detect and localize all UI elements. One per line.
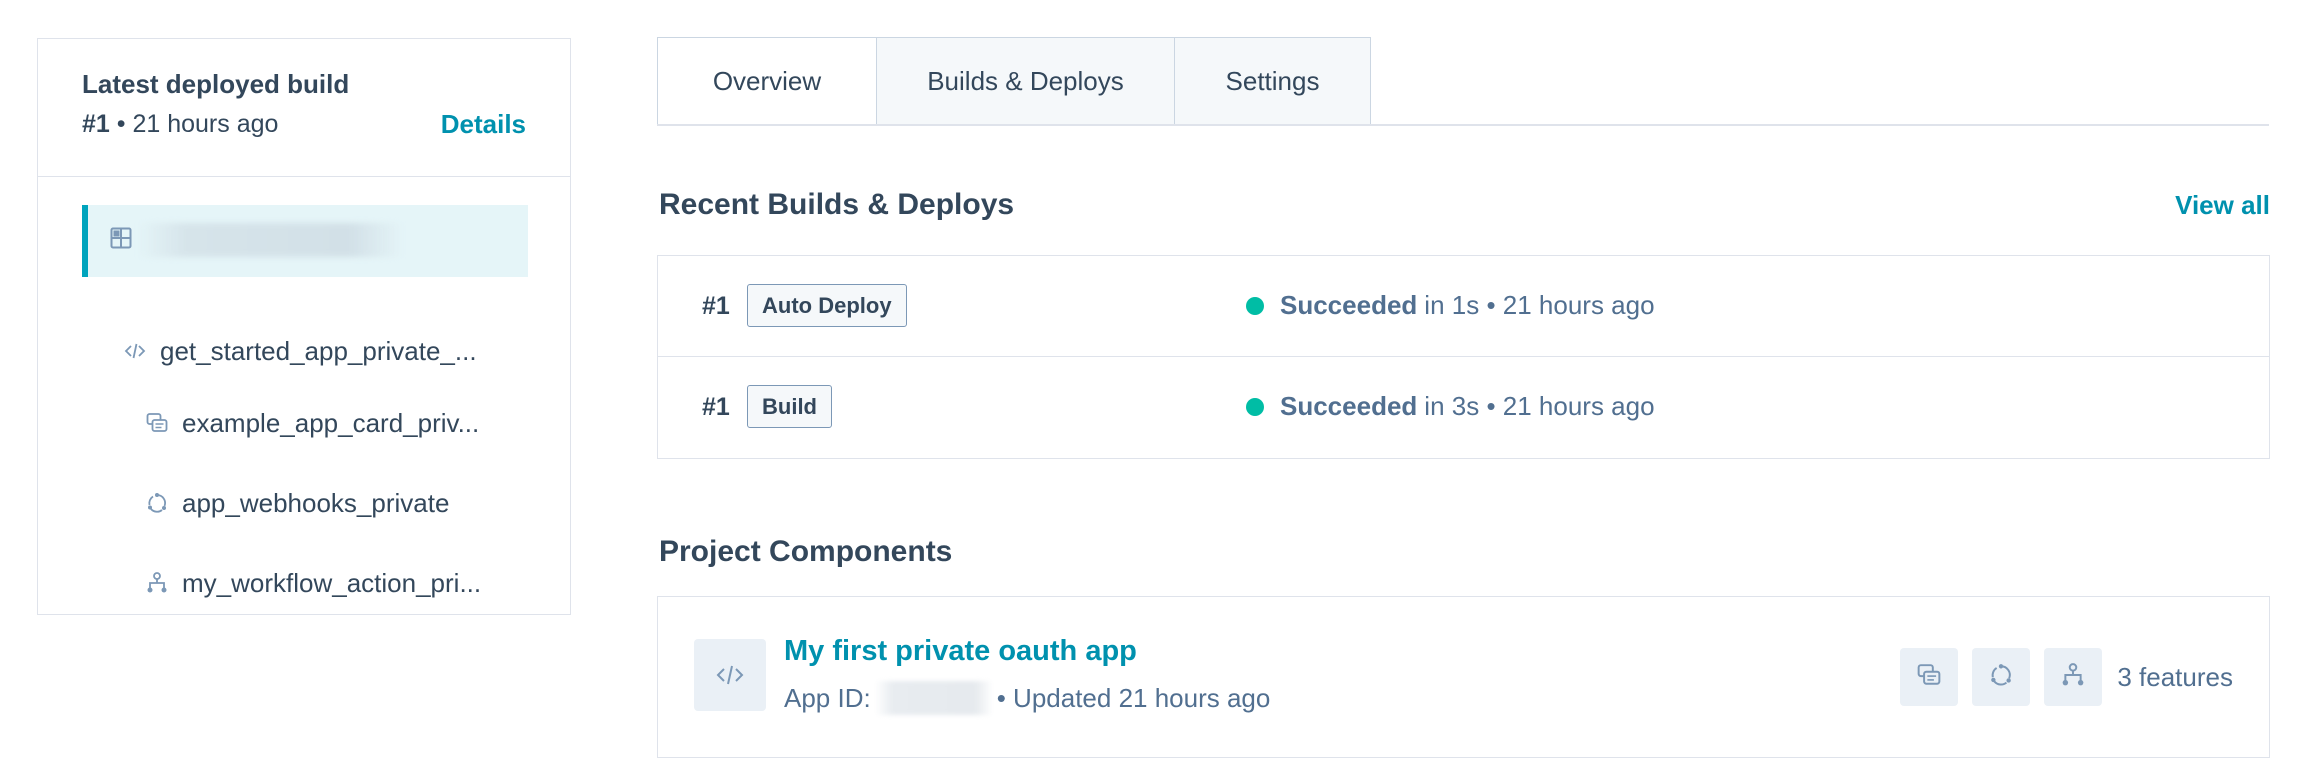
table-row[interactable]: #1 Build Succeeded in 3s • 21 hours ago (658, 357, 2269, 458)
tree-item-card[interactable]: example_app_card_priv... (146, 403, 479, 443)
build-number: #1 (702, 292, 730, 320)
recent-builds-title: Recent Builds & Deploys (659, 188, 1015, 221)
tree-item-label: app_webhooks_private (182, 487, 450, 518)
tree-item-label: get_started_app_private_... (160, 335, 477, 366)
status-detail: in 3s • 21 hours ago (1424, 391, 1655, 421)
webhooks-icon (146, 492, 168, 514)
table-row[interactable]: #1 Auto Deploy Succeeded in 1s • 21 hour… (658, 256, 2269, 357)
details-link[interactable]: Details (441, 109, 526, 140)
view-all-link[interactable]: View all (2175, 190, 2270, 221)
status-label: Succeeded (1280, 290, 1418, 320)
build-number: #1 (702, 393, 730, 421)
tab-settings[interactable]: Settings (1174, 37, 1371, 126)
project-tabs: Overview Builds & Deploys Settings (657, 37, 1371, 126)
component-name-link[interactable]: My first private oauth app (784, 635, 1137, 668)
project-grid-icon (110, 227, 132, 254)
component-updated: • Updated 21 hours ago (996, 682, 1271, 713)
success-status-dot (1246, 397, 1264, 416)
tree-item-app[interactable]: get_started_app_private_... (124, 331, 477, 371)
latest-build-panel: Latest deployed build #1 • 21 hours ago … (37, 38, 571, 615)
tabs-divider (657, 124, 2269, 126)
tree-root-project[interactable] (82, 205, 528, 277)
app-id-label: App ID: (784, 682, 871, 713)
latest-build-time: 21 hours ago (132, 110, 279, 138)
cards-icon (146, 412, 168, 434)
workflow-icon (146, 572, 168, 594)
code-icon (694, 639, 766, 711)
latest-build-header: Latest deployed build #1 • 21 hours ago … (38, 39, 570, 177)
success-status-dot (1246, 296, 1264, 315)
latest-build-title: Latest deployed build (82, 69, 350, 99)
workflow-icon (2061, 662, 2085, 692)
recent-builds-table: #1 Auto Deploy Succeeded in 1s • 21 hour… (657, 255, 2270, 459)
latest-build-meta: #1 • 21 hours ago (82, 110, 278, 139)
cards-icon (1917, 663, 1941, 692)
status-detail: in 1s • 21 hours ago (1424, 290, 1655, 320)
tree-item-label: my_workflow_action_pri... (182, 567, 482, 598)
build-status: Succeeded in 1s • 21 hours ago (1246, 290, 1655, 321)
webhooks-icon (1989, 663, 2013, 692)
features-count: 3 features (2117, 662, 2233, 692)
feature-workflow-button[interactable] (2044, 648, 2102, 706)
status-label: Succeeded (1280, 391, 1418, 421)
tab-builds-deploys[interactable]: Builds & Deploys (875, 37, 1176, 126)
tree-item-label: example_app_card_priv... (182, 407, 480, 438)
code-icon (124, 340, 146, 362)
tab-overview[interactable]: Overview (657, 37, 877, 126)
build-type-tag: Build (747, 385, 832, 428)
feature-card-button[interactable] (1900, 648, 1958, 706)
latest-build-number: #1 (82, 110, 110, 138)
redacted-project-name (138, 223, 403, 257)
project-components-title: Project Components (659, 535, 953, 568)
component-meta: App ID: • Updated 21 hours ago (784, 681, 1270, 715)
latest-build-separator: • (109, 110, 133, 138)
tree-item-workflow[interactable]: my_workflow_action_pri... (146, 563, 481, 603)
component-card: My first private oauth app App ID: • Upd… (657, 596, 2270, 758)
feature-webhooks-button[interactable] (1972, 648, 2030, 706)
tree-item-webhooks[interactable]: app_webhooks_private (146, 483, 449, 523)
build-type-tag: Auto Deploy (747, 284, 907, 327)
build-status: Succeeded in 3s • 21 hours ago (1246, 391, 1655, 422)
redacted-app-id (874, 681, 993, 715)
